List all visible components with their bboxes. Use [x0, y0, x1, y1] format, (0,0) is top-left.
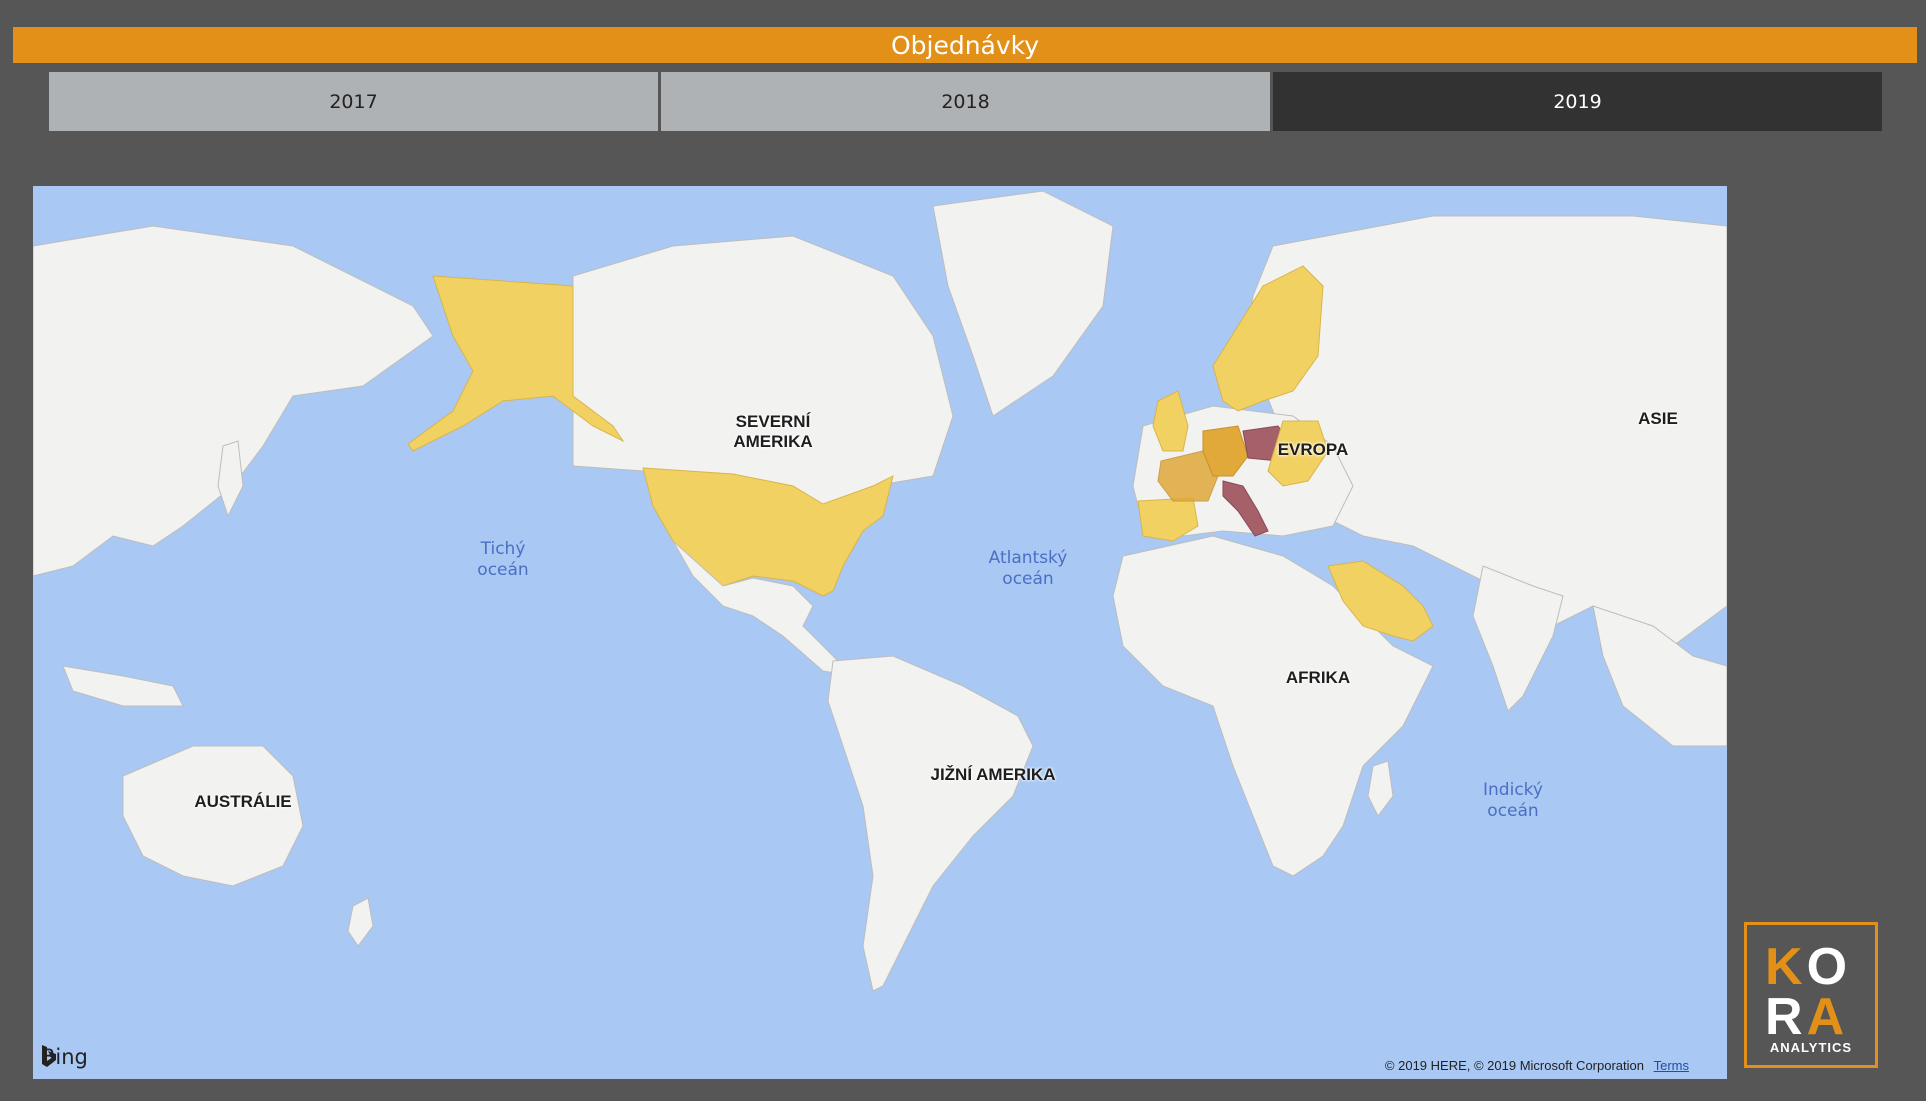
land-australia	[122, 745, 304, 887]
land-south-america	[827, 655, 1034, 992]
land-islands	[62, 665, 184, 707]
year-tab-2018[interactable]: 2018	[661, 72, 1273, 131]
label-africa: AFRIKA	[1285, 668, 1351, 687]
year-tab-2019[interactable]: 2019	[1273, 72, 1882, 131]
land-japan	[217, 440, 244, 518]
label-north-america: SEVERNÍ AMERIKA	[733, 412, 813, 451]
land-new-zealand	[347, 897, 374, 947]
label-europe: EVROPA	[1277, 440, 1349, 459]
logo-bottom-row: RA	[1765, 988, 1849, 1046]
report-title-text: Objednávky	[890, 30, 1040, 60]
label-asia: ASIE	[1638, 409, 1678, 428]
filled-map[interactable]: SEVERNÍ AMERIKA EVROPA ASIE AFRIKA JIŽNÍ…	[33, 186, 1727, 1079]
logo-subtitle: ANALYTICS	[1769, 1040, 1853, 1055]
bing-attribution: Bing	[41, 1045, 88, 1069]
label-pacific-ocean: Tichý oceán	[477, 539, 529, 580]
map-copyright: © 2019 HERE, © 2019 Microsoft Corporatio…	[1385, 1058, 1689, 1073]
land-canada	[572, 235, 954, 507]
terms-link[interactable]: Terms	[1654, 1058, 1689, 1073]
label-south-america: JIŽNÍ AMERIKA	[930, 765, 1056, 784]
bing-logo-icon	[42, 1045, 56, 1067]
kora-analytics-logo: KO RA ANALYTICS	[1744, 922, 1878, 1068]
map-canvas	[33, 190, 1727, 992]
label-australia: AUSTRÁLIE	[194, 792, 292, 811]
label-atlantic-ocean: Atlantský oceán	[988, 548, 1068, 589]
copyright-text: © 2019 HERE, © 2019 Microsoft Corporatio…	[1384, 1058, 1644, 1073]
year-slicer: 2017 2018 2019	[49, 72, 1882, 131]
label-indian-ocean: Indický oceán	[1483, 780, 1543, 821]
land-east-asia-west	[33, 225, 434, 577]
report-title: Objednávky	[13, 27, 1917, 63]
year-tab-2017[interactable]: 2017	[49, 72, 661, 131]
logo-top-row: KO	[1765, 938, 1852, 996]
land-madagascar	[1367, 760, 1394, 817]
land-greenland	[932, 190, 1114, 417]
